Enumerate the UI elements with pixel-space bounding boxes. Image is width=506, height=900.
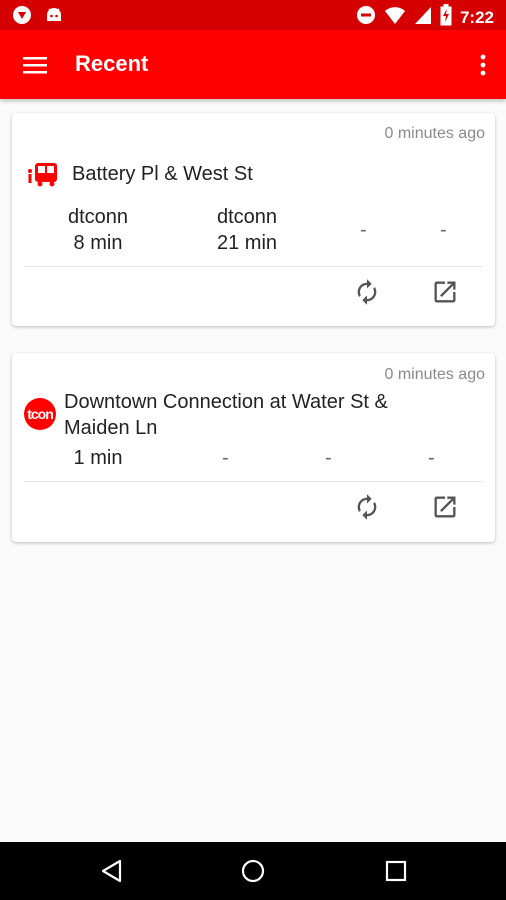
do-not-disturb-icon (356, 5, 376, 30)
arrival-4: - (440, 219, 447, 241)
status-time: 7:22 (459, 7, 494, 27)
stop-name: Downtown Connection at Water St & Maiden… (64, 389, 388, 441)
navigation-bar (0, 842, 506, 900)
status-bar: 7:22 (0, 0, 506, 30)
refresh-icon[interactable] (353, 278, 381, 306)
page-title: Recent (75, 51, 149, 76)
stop-name-line-2: Maiden Ln (64, 417, 158, 439)
battery-icon (440, 4, 452, 31)
android-icon (44, 5, 64, 30)
arrival-1: dtconn 8 min (43, 204, 153, 256)
refresh-icon[interactable] (353, 493, 381, 521)
route-name: dtconn (216, 206, 278, 228)
arrival-2: dtconn 21 min (192, 204, 302, 256)
stop-card[interactable]: 0 minutes ago Battery Pl & West St dtcon… (12, 113, 495, 326)
recents-icon[interactable] (383, 858, 409, 884)
last-updated: 0 minutes ago (384, 125, 485, 142)
stop-name: Battery Pl & West St (72, 163, 253, 185)
arrival-3: - (360, 219, 367, 241)
home-icon[interactable] (240, 858, 266, 884)
stop-card[interactable]: 0 minutes ago tcon Downtown Connection a… (12, 353, 495, 542)
signal-icon (414, 5, 432, 30)
arrival-2: - (222, 447, 229, 469)
menu-icon[interactable] (22, 52, 48, 78)
wifi-icon (384, 5, 406, 30)
stop-name-line-1: Downtown Connection at Water St & (64, 391, 388, 413)
divider (24, 481, 483, 482)
route-logo: tcon (24, 398, 56, 430)
open-external-icon[interactable] (431, 493, 459, 521)
last-updated: 0 minutes ago (384, 366, 485, 383)
bus-icon (26, 161, 60, 194)
more-options-icon[interactable] (478, 52, 488, 78)
arrival-3: - (325, 447, 332, 469)
arrival-time: 8 min (73, 232, 123, 254)
arrival-time: 21 min (216, 232, 278, 254)
route-name: dtconn (67, 206, 129, 228)
shield-icon (12, 5, 32, 30)
arrival-1: 1 min (73, 447, 123, 469)
arrival-4: - (428, 447, 435, 469)
app-bar: Recent (0, 30, 506, 99)
divider (24, 266, 483, 267)
back-icon[interactable] (99, 858, 125, 884)
open-external-icon[interactable] (431, 278, 459, 306)
